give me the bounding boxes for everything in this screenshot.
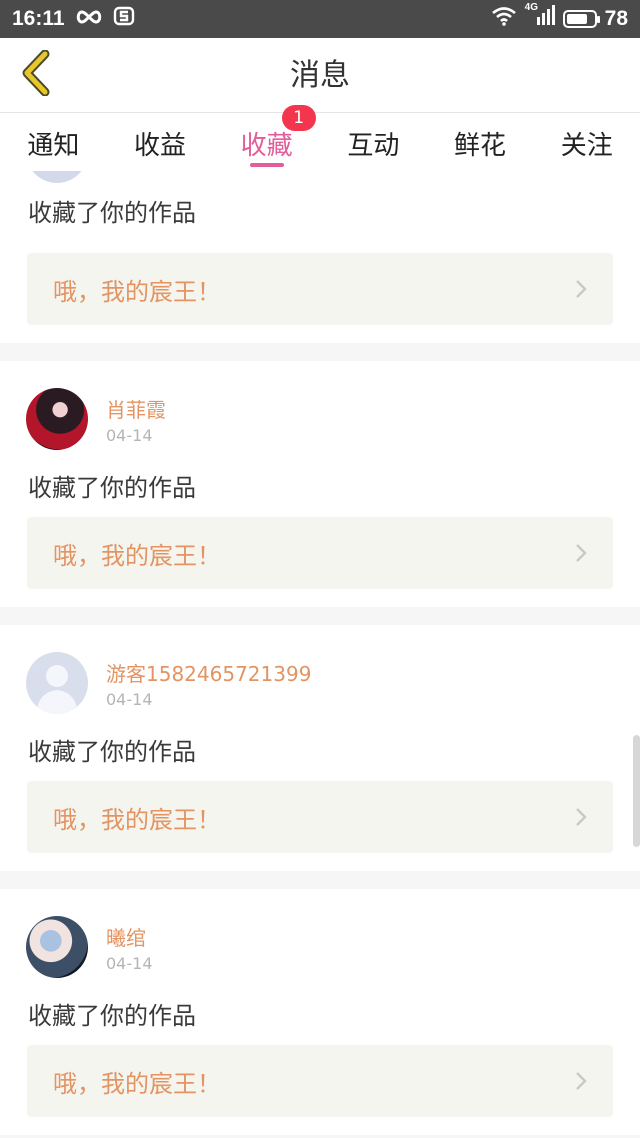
message-card: 收藏了你的作品 哦，我的宸王！: [0, 171, 640, 343]
tab-label: 收益: [134, 131, 187, 161]
chevron-left-icon: [19, 49, 53, 100]
username[interactable]: 曦绾: [106, 922, 146, 951]
work-title: 哦，我的宸王！: [53, 541, 221, 570]
username[interactable]: 肖菲霞: [106, 394, 166, 423]
tab-label: 关注: [560, 131, 613, 161]
battery-icon: [562, 10, 600, 28]
network-type: 4G: [524, 2, 538, 13]
infinity-icon: [75, 7, 103, 31]
message-date: 04-14: [106, 954, 153, 973]
message-date: 04-14: [106, 690, 153, 709]
page-title: 消息: [290, 58, 350, 93]
message-action: 收藏了你的作品: [28, 199, 196, 227]
unread-badge: 1: [281, 105, 316, 131]
status-bar: 16:11 4G 78: [0, 0, 640, 38]
message-card: 曦绾 04-14 收藏了你的作品 哦，我的宸王！: [0, 889, 640, 1135]
tab-notification[interactable]: 通知: [0, 113, 107, 171]
message-date: 04-14: [106, 426, 153, 445]
tab-label: 通知: [27, 131, 80, 161]
work-title: 哦，我的宸王！: [53, 1069, 221, 1098]
work-link[interactable]: 哦，我的宸王！: [27, 781, 613, 853]
work-title: 哦，我的宸王！: [53, 805, 221, 834]
username[interactable]: 游客1582465721399: [106, 658, 311, 687]
tab-label: 鲜花: [454, 131, 507, 161]
message-action: 收藏了你的作品: [28, 738, 196, 766]
message-action: 收藏了你的作品: [28, 1002, 196, 1030]
chevron-right-icon: [575, 543, 587, 567]
status-time: 16:11: [12, 7, 65, 30]
tab-flowers[interactable]: 鲜花: [427, 113, 534, 171]
scrollbar[interactable]: [633, 735, 640, 847]
user-photo-avatar[interactable]: [26, 388, 88, 450]
tab-favorites[interactable]: 收藏 1: [213, 105, 320, 171]
s-app-icon: [113, 6, 135, 32]
tab-earnings[interactable]: 收益: [107, 113, 214, 171]
work-title: 哦，我的宸王！: [53, 277, 221, 306]
back-button[interactable]: [14, 49, 58, 100]
work-link[interactable]: 哦，我的宸王！: [27, 517, 613, 589]
work-link[interactable]: 哦，我的宸王！: [27, 1045, 613, 1117]
tab-label: 收藏: [240, 131, 293, 161]
active-tab-indicator: [249, 163, 284, 167]
tab-interaction[interactable]: 互动: [320, 113, 427, 171]
chevron-right-icon: [575, 807, 587, 831]
battery-level: 78: [604, 7, 628, 30]
default-avatar-icon[interactable]: [26, 171, 88, 183]
header: 消息: [0, 38, 640, 113]
message-card: 游客1582465721399 04-14 收藏了你的作品 哦，我的宸王！: [0, 625, 640, 871]
chevron-right-icon: [575, 1071, 587, 1095]
message-action: 收藏了你的作品: [28, 474, 196, 502]
default-avatar-icon[interactable]: [26, 652, 88, 714]
tab-following[interactable]: 关注: [533, 113, 640, 171]
chevron-right-icon: [575, 279, 587, 303]
signal-icon: 4G: [524, 2, 555, 33]
tab-bar: 通知 收益 收藏 1 互动 鲜花 关注: [0, 105, 640, 171]
user-photo-avatar[interactable]: [26, 916, 88, 978]
tab-label: 互动: [347, 131, 400, 161]
message-card: 肖菲霞 04-14 收藏了你的作品 哦，我的宸王！: [0, 361, 640, 607]
message-list[interactable]: 收藏了你的作品 哦，我的宸王！ 肖菲霞 04-14 收藏了你的作品 哦，我的宸王…: [0, 171, 640, 1138]
wifi-icon: [491, 6, 517, 32]
work-link[interactable]: 哦，我的宸王！: [27, 253, 613, 325]
